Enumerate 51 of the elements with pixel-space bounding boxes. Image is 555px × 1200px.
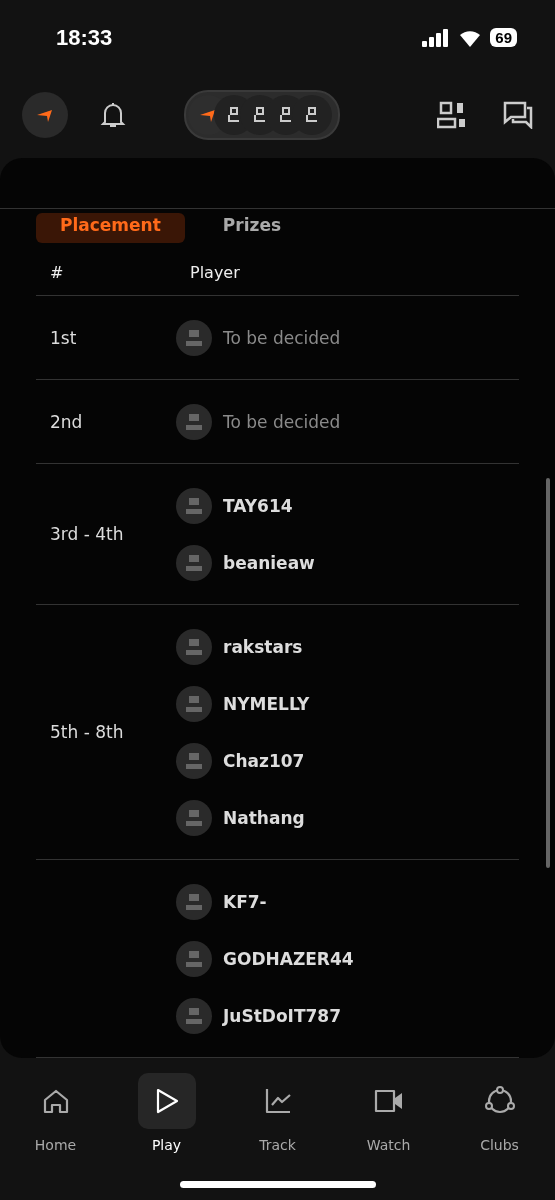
- nav-tab[interactable]: Clubs: [454, 1072, 545, 1200]
- player-name: KF7-: [223, 891, 267, 912]
- figure-icon: [227, 107, 241, 123]
- player-name: To be decided: [223, 327, 341, 348]
- avatar-icon: [176, 883, 212, 920]
- player-name: NYMELLY: [223, 693, 310, 714]
- bell-icon[interactable]: [100, 101, 126, 129]
- status-time: 18:33: [56, 24, 113, 51]
- placement-cell-text: 5th - 8th: [49, 722, 125, 742]
- avatar-icon: [176, 799, 212, 836]
- wifi-icon: [458, 28, 483, 47]
- tab[interactable]: Prizes: [198, 213, 306, 243]
- home-icon: [41, 1087, 70, 1115]
- player-name: Chaz107: [223, 750, 305, 771]
- column-header: #: [49, 262, 65, 282]
- nav-tab[interactable]: Play: [121, 1072, 212, 1200]
- profile-button[interactable]: [22, 92, 68, 138]
- nav-tab[interactable]: Home: [10, 1072, 101, 1200]
- avatar-stack[interactable]: [184, 90, 340, 140]
- chat-icon[interactable]: [503, 101, 533, 129]
- player-name: Nathang: [223, 807, 305, 828]
- placement-cell-text: 1st: [49, 327, 78, 348]
- column-header: Player: [189, 262, 241, 282]
- player-name: JuStDoIT787: [223, 1005, 341, 1026]
- player-name: rakstars: [223, 636, 303, 657]
- tab[interactable]: Placement: [36, 213, 185, 243]
- avatar-icon: [176, 628, 212, 665]
- figure-icon: [253, 107, 267, 123]
- nav-tab[interactable]: Watch: [343, 1072, 434, 1200]
- avatar-icon: [176, 742, 212, 779]
- player-name: beanieaw: [223, 552, 315, 573]
- signal-icon: [422, 28, 451, 47]
- avatar-icon: [176, 685, 212, 722]
- avatar-icon: [176, 940, 212, 977]
- player-name: To be decided: [223, 411, 341, 432]
- avatar-icon: [176, 319, 212, 356]
- avatar-icon: [176, 487, 212, 524]
- avatar-icon: [176, 544, 212, 581]
- placement-cell-text: 2nd: [49, 411, 84, 432]
- placement-cell-text: 3rd - 4th: [49, 524, 125, 544]
- avatar-icon: [176, 403, 212, 440]
- figure-icon: [279, 107, 293, 123]
- avatar-icon: [176, 997, 212, 1034]
- player-name: GODHAZER44: [223, 948, 354, 969]
- video-camera-icon: [373, 1088, 404, 1114]
- battery-icon: 69: [490, 28, 517, 47]
- chart-icon: [263, 1087, 292, 1115]
- figure-icon: [305, 107, 319, 123]
- people-icon[interactable]: [437, 101, 467, 129]
- nav-tab[interactable]: Track: [232, 1072, 323, 1200]
- player-name: TAY614: [223, 495, 293, 516]
